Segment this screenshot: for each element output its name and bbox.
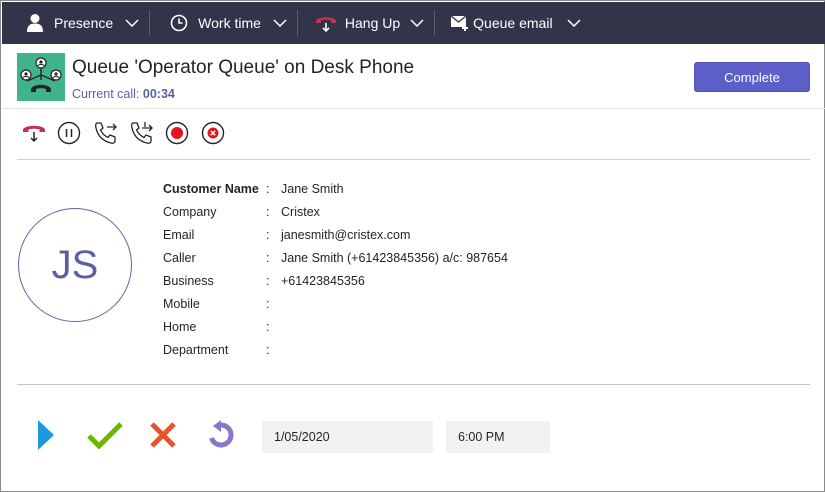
- hang-up-action[interactable]: [21, 122, 57, 148]
- detail-value: janesmith@cristex.com: [281, 227, 411, 242]
- detail-value: +61423845356: [281, 273, 365, 288]
- work-time-dropdown[interactable]: [265, 2, 295, 44]
- toolbar-divider: [434, 10, 436, 36]
- detail-row: Home:: [163, 315, 508, 338]
- detail-value: Cristex: [281, 204, 320, 219]
- toolbar-divider: [149, 10, 151, 36]
- pause-icon: [57, 121, 81, 150]
- bottom-actions-bar: [31, 419, 261, 456]
- detail-separator: :: [266, 296, 270, 311]
- reschedule-button[interactable]: [201, 419, 241, 455]
- consult-transfer-action[interactable]: [129, 120, 165, 151]
- current-call-label: Current call:: [72, 87, 140, 101]
- detail-label: Department: [163, 342, 229, 357]
- queue-group-icon: [20, 57, 62, 92]
- app-window: Presence Work time Hang Up Queue email Q…: [0, 0, 825, 492]
- detail-separator: :: [266, 273, 270, 288]
- date-input[interactable]: [262, 421, 433, 453]
- detail-row: Mobile:: [163, 292, 508, 315]
- cross-icon: [149, 421, 177, 454]
- detail-value: Jane Smith: [281, 181, 344, 196]
- detail-separator: :: [266, 250, 270, 265]
- detail-label: Home: [163, 319, 197, 334]
- queue-email-group: Queue email: [449, 2, 588, 44]
- queue-email-label: Queue email: [473, 15, 553, 31]
- clock-icon: [168, 14, 190, 32]
- divider: [2, 108, 825, 109]
- detail-row: Caller: Jane Smith (+61423845356) a/c: 98…: [163, 246, 508, 269]
- detail-label: Email: [163, 227, 195, 242]
- play-icon: [36, 419, 56, 456]
- person-icon: [24, 13, 46, 33]
- presence-dropdown[interactable]: [117, 2, 147, 44]
- work-time-button[interactable]: Work time: [168, 2, 261, 44]
- chevron-down-icon: [125, 14, 139, 32]
- detail-label: Mobile: [163, 296, 200, 311]
- work-time-label: Work time: [198, 15, 261, 31]
- chevron-down-icon: [410, 14, 424, 32]
- detail-row: Email: janesmith@cristex.com: [163, 223, 508, 246]
- current-call-time: 00:34: [142, 87, 175, 101]
- top-toolbar: Presence Work time Hang Up Queue email: [2, 2, 825, 44]
- hang-up-group: Hang Up: [314, 2, 436, 44]
- call-actions-bar: [21, 120, 237, 151]
- transfer-action[interactable]: [93, 120, 129, 151]
- chevron-down-icon: [273, 14, 287, 32]
- detail-row: Business: +61423845356: [163, 269, 508, 292]
- accept-button[interactable]: [85, 420, 125, 454]
- toolbar-divider: [296, 10, 298, 36]
- checkmark-icon: [87, 421, 123, 454]
- presence-group: Presence: [24, 2, 151, 44]
- stop-icon: [201, 121, 225, 150]
- consult-transfer-icon: [129, 120, 155, 151]
- hang-up-icon: [21, 123, 47, 148]
- reject-button[interactable]: [143, 420, 183, 454]
- detail-separator: :: [266, 181, 270, 196]
- hang-up-button[interactable]: Hang Up: [314, 2, 400, 44]
- detail-label: Company: [163, 204, 217, 219]
- transfer-icon: [93, 120, 119, 151]
- detail-separator: :: [266, 319, 270, 334]
- detail-row: Company: Cristex: [163, 200, 508, 223]
- customer-avatar: JS: [18, 208, 132, 322]
- detail-row: Customer Name: Jane Smith: [163, 177, 508, 200]
- divider: [17, 159, 810, 160]
- detail-separator: :: [266, 227, 270, 242]
- time-input[interactable]: [446, 421, 550, 453]
- queue-avatar: [17, 53, 65, 101]
- customer-details: Customer Name: Jane Smith Company: Cristex…: [163, 177, 508, 361]
- queue-email-dropdown[interactable]: [559, 2, 589, 44]
- email-add-icon: [449, 14, 471, 32]
- hang-up-dropdown[interactable]: [402, 2, 432, 44]
- detail-separator: :: [266, 342, 270, 357]
- page-title: Queue 'Operator Queue' on Desk Phone: [72, 57, 415, 78]
- detail-label: Customer Name: [163, 181, 259, 196]
- detail-value: Jane Smith (+61423845356) a/c: 987654: [281, 250, 508, 265]
- detail-row: Department:: [163, 338, 508, 361]
- presence-label: Presence: [54, 15, 114, 31]
- record-action[interactable]: [165, 121, 201, 150]
- play-button[interactable]: [31, 419, 61, 456]
- redo-icon: [206, 419, 236, 455]
- presence-button[interactable]: Presence: [24, 2, 113, 44]
- detail-label: Business: [163, 273, 214, 288]
- detail-label: Caller: [163, 250, 196, 265]
- detail-separator: :: [266, 204, 270, 219]
- record-icon: [165, 121, 189, 150]
- hang-up-icon: [314, 13, 338, 33]
- chevron-down-icon: [567, 14, 581, 32]
- divider: [17, 384, 810, 385]
- work-time-group: Work time: [168, 2, 298, 44]
- pause-action[interactable]: [57, 121, 93, 150]
- current-call-status: Current call: 00:34: [72, 87, 175, 101]
- stop-action[interactable]: [201, 121, 237, 150]
- queue-email-button[interactable]: Queue email: [449, 2, 553, 44]
- hang-up-label: Hang Up: [344, 15, 401, 31]
- complete-button[interactable]: Complete: [694, 62, 810, 92]
